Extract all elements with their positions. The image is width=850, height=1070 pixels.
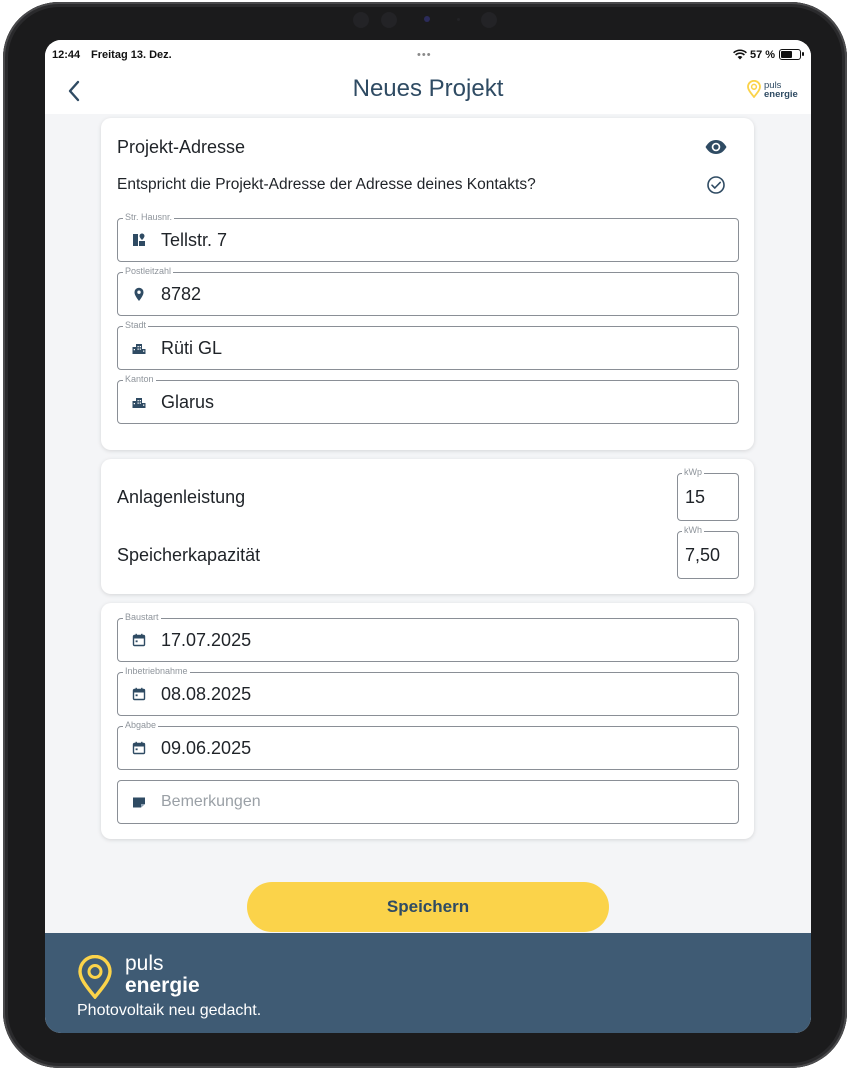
- street-icon: [133, 233, 145, 246]
- canton-field[interactable]: Kanton Glarus: [117, 373, 739, 424]
- city-value: Rüti GL: [161, 338, 223, 358]
- tablet-frame: 12:44 Freitag 13. Dez. ••• 57 % Neues Pr…: [3, 2, 847, 1068]
- camera-bar: [353, 10, 501, 30]
- address-question: Entspricht die Projekt-Adresse der Adres…: [117, 176, 536, 193]
- status-time: 12:44: [52, 49, 81, 61]
- brand-wordmark-puls: puls: [125, 952, 164, 975]
- postal-code-value: 8782: [161, 284, 202, 304]
- handover-label: Abgabe: [123, 719, 159, 731]
- status-date: Freitag 13. Dez.: [91, 49, 172, 61]
- system-power-field[interactable]: kWp 15: [677, 466, 739, 521]
- city-icon: [132, 344, 146, 354]
- storage-capacity-unit: kWh: [682, 524, 704, 536]
- header-logo-text-energie: energie: [764, 89, 798, 100]
- brand-wordmark: puls energie: [125, 953, 200, 997]
- location-pin-icon: [134, 287, 144, 301]
- postal-code-label: Postleitzahl: [123, 265, 174, 277]
- construction-start-value: 17.07.2025: [161, 630, 252, 650]
- canton-label: Kanton: [123, 373, 156, 385]
- capacity-card: Anlagenleistung kWp 15 Speicherkapazität…: [101, 459, 754, 594]
- app-screen: 12:44 Freitag 13. Dez. ••• 57 % Neues Pr…: [45, 40, 811, 1033]
- visibility-toggle[interactable]: [704, 135, 728, 159]
- remarks-placeholder: Bemerkungen: [161, 793, 261, 810]
- eye-icon: [705, 140, 727, 154]
- navigation-bar: Neues Projekt puls energie: [45, 70, 811, 114]
- construction-start-field[interactable]: Baustart 17.07.2025: [117, 611, 739, 662]
- commissioning-value: 08.08.2025: [161, 684, 252, 704]
- storage-capacity-label: Speicherkapazität: [117, 545, 261, 565]
- battery-percentage: 57 %: [750, 49, 776, 61]
- check-circle-icon: [707, 176, 725, 194]
- logo-pin-icon: [747, 80, 761, 98]
- brand-logo-pin-icon: [78, 955, 112, 999]
- save-button[interactable]: Speichern: [247, 882, 609, 932]
- note-icon: [133, 797, 145, 808]
- system-power-label: Anlagenleistung: [117, 487, 246, 507]
- wifi-icon: [733, 49, 747, 60]
- brand-footer: puls energie Photovoltaik neu gedacht.: [45, 933, 811, 1033]
- battery-icon: [779, 49, 804, 60]
- multitask-dots[interactable]: •••: [417, 49, 432, 61]
- street-value: Tellstr. 7: [161, 230, 228, 250]
- city-icon: [132, 398, 146, 408]
- calendar-icon: [132, 633, 146, 647]
- brand-tagline: Photovoltaik neu gedacht.: [77, 1002, 262, 1019]
- calendar-icon: [132, 741, 146, 755]
- address-card-title: Projekt-Adresse: [117, 137, 246, 157]
- handover-field[interactable]: Abgabe 09.06.2025: [117, 719, 739, 770]
- city-field[interactable]: Stadt Rüti GL: [117, 319, 739, 370]
- page-title: Neues Projekt: [352, 75, 504, 102]
- canton-value: Glarus: [161, 392, 215, 412]
- address-match-check[interactable]: [704, 173, 728, 197]
- storage-capacity-value: 7,50: [685, 545, 721, 565]
- system-power-value: 15: [685, 487, 706, 507]
- construction-start-label: Baustart: [123, 611, 161, 623]
- dates-card: Baustart 17.07.2025 Inbetriebnahme 08.08…: [101, 603, 754, 839]
- city-label: Stadt: [123, 319, 149, 331]
- system-power-unit: kWp: [682, 466, 704, 478]
- calendar-icon: [132, 687, 146, 701]
- postal-code-field[interactable]: Postleitzahl 8782: [117, 265, 739, 316]
- header-logo: puls energie: [747, 77, 803, 103]
- brand-wordmark-energie: energie: [125, 974, 200, 997]
- address-card: Projekt-Adresse Entspricht die Projekt-A…: [101, 118, 754, 450]
- commissioning-label: Inbetriebnahme: [123, 665, 190, 677]
- street-field-label: Str. Hausnr.: [123, 211, 175, 223]
- storage-capacity-field[interactable]: kWh 7,50: [677, 524, 739, 579]
- commissioning-field[interactable]: Inbetriebnahme 08.08.2025: [117, 665, 739, 716]
- status-bar: 12:44 Freitag 13. Dez. ••• 57 %: [45, 40, 811, 70]
- remarks-field[interactable]: Bemerkungen: [117, 780, 739, 824]
- street-field[interactable]: Str. Hausnr. Tellstr. 7: [117, 211, 739, 262]
- handover-value: 09.06.2025: [161, 738, 252, 758]
